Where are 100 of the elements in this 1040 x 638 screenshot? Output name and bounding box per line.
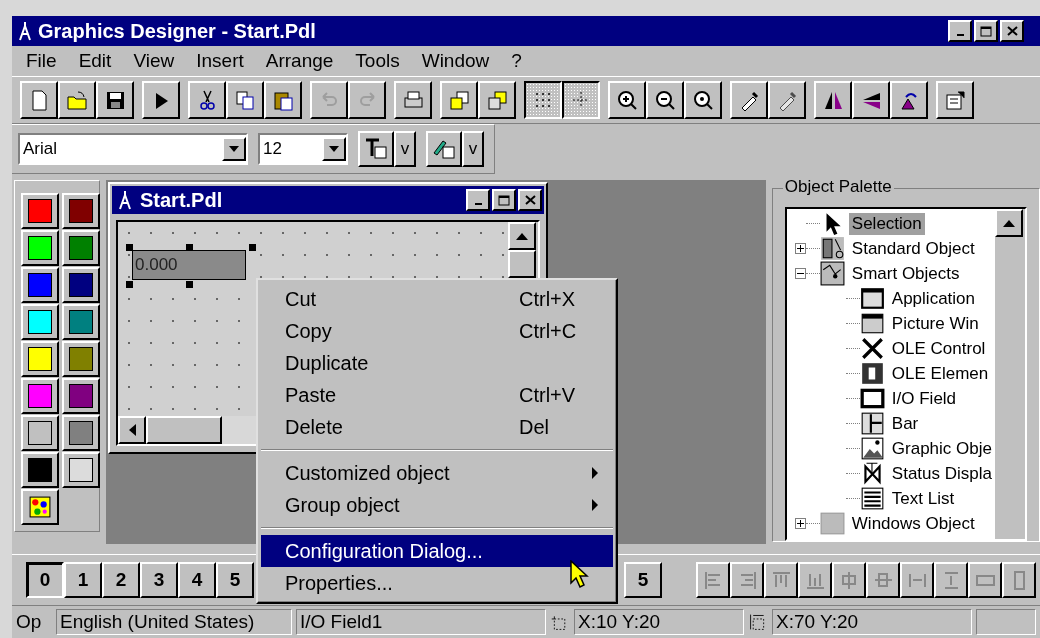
maximize-button[interactable] [492, 189, 516, 211]
tree-item[interactable]: Selection [848, 212, 925, 235]
menu-item[interactable]: Properties... [261, 567, 613, 599]
align-button[interactable] [900, 562, 934, 598]
custom-color-button[interactable] [21, 489, 59, 525]
align-button[interactable] [1002, 562, 1036, 598]
layer-button[interactable]: 1 [64, 562, 102, 598]
color-swatch-button[interactable] [21, 452, 59, 488]
scissors-button[interactable] [188, 81, 226, 119]
font-dropdown[interactable]: Arial [18, 133, 248, 165]
font-size-dropdown[interactable]: 12 [258, 133, 348, 165]
floppy-disk-button[interactable] [96, 81, 134, 119]
tree-item[interactable]: Smart Objects [848, 262, 963, 285]
zoom-in-button[interactable] [608, 81, 646, 119]
layer-button[interactable]: 2 [102, 562, 140, 598]
align-button[interactable] [866, 562, 900, 598]
align-button[interactable] [730, 562, 764, 598]
color-swatch-button[interactable] [21, 230, 59, 266]
scroll-thumb[interactable] [508, 250, 536, 278]
menu-item[interactable]: Cut Ctrl+X [261, 283, 613, 315]
crosshair-button[interactable] [562, 81, 600, 119]
tree-item[interactable]: Graphic Obje [888, 437, 995, 460]
color-swatch-button[interactable] [62, 378, 100, 414]
tree-item[interactable]: Status Displa [888, 462, 995, 485]
align-button[interactable] [968, 562, 1002, 598]
mirror-horizontal-button[interactable] [814, 81, 852, 119]
rotate-button[interactable] [890, 81, 928, 119]
folder-button[interactable] [58, 81, 96, 119]
tree-item[interactable]: Bar [888, 412, 922, 435]
tree-item[interactable]: I/O Field [888, 387, 960, 410]
printer-button[interactable] [394, 81, 432, 119]
menu-item[interactable]: ? [501, 50, 534, 72]
text-color-menu-button[interactable]: v [394, 131, 416, 167]
color-swatch-button[interactable] [21, 415, 59, 451]
maximize-button[interactable] [974, 20, 998, 42]
io-field-object[interactable]: 0.000 [132, 250, 246, 280]
color-swatch-button[interactable] [62, 193, 100, 229]
text-color-button[interactable] [358, 131, 394, 167]
align-button[interactable] [832, 562, 866, 598]
menu-item[interactable]: Configuration Dialog... [261, 535, 613, 567]
properties-button[interactable] [936, 81, 974, 119]
menu-item[interactable]: Group object [261, 489, 613, 521]
color-swatch-button[interactable] [21, 267, 59, 303]
menu-item[interactable]: Paste Ctrl+V [261, 379, 613, 411]
color-swatch-button[interactable] [62, 415, 100, 451]
color-swatch-button[interactable] [62, 230, 100, 266]
layer-button[interactable]: 3 [140, 562, 178, 598]
color-swatch-button[interactable] [21, 193, 59, 229]
line-color-menu-button[interactable]: v [462, 131, 484, 167]
menu-item[interactable]: File [16, 50, 69, 72]
document-button[interactable] [20, 81, 58, 119]
mirror-vertical-button[interactable] [852, 81, 890, 119]
color-swatch-button[interactable] [21, 304, 59, 340]
align-button[interactable] [696, 562, 730, 598]
menu-item[interactable]: View [123, 50, 187, 72]
tree-item[interactable]: Text List [888, 487, 958, 510]
menu-item[interactable]: Copy Ctrl+C [261, 315, 613, 347]
layer-button[interactable]: 4 [178, 562, 216, 598]
clipboard-button[interactable] [264, 81, 302, 119]
grid-button[interactable] [524, 81, 562, 119]
menu-item[interactable]: Window [411, 50, 502, 72]
menu-item[interactable]: Arrange [255, 50, 346, 72]
line-color-button[interactable] [426, 131, 462, 167]
align-button[interactable] [764, 562, 798, 598]
expand-toggle-icon[interactable] [794, 243, 806, 254]
tree-item[interactable]: OLE Control [888, 337, 989, 360]
expand-toggle-icon[interactable] [794, 518, 806, 529]
minimize-button[interactable] [948, 20, 972, 42]
color-swatch-button[interactable] [62, 341, 100, 377]
color-swatch-button[interactable] [62, 452, 100, 488]
menu-item[interactable]: Edit [68, 50, 124, 72]
scroll-thumb[interactable] [146, 416, 222, 444]
vertical-scrollbar[interactable] [995, 209, 1025, 539]
zoom-out-button[interactable] [646, 81, 684, 119]
align-button[interactable] [798, 562, 832, 598]
menu-item[interactable]: Insert [186, 50, 256, 72]
pipette-button[interactable] [730, 81, 768, 119]
bring-to-front-button[interactable] [440, 81, 478, 119]
menu-item[interactable]: Duplicate [261, 347, 613, 379]
tree-item[interactable]: Standard Object [848, 237, 978, 260]
close-button[interactable] [1000, 20, 1024, 42]
menu-item[interactable]: Customized object [261, 457, 613, 489]
minimize-button[interactable] [466, 189, 490, 211]
color-swatch-button[interactable] [21, 341, 59, 377]
color-swatch-button[interactable] [62, 267, 100, 303]
align-button[interactable] [934, 562, 968, 598]
color-swatch-button[interactable] [21, 378, 59, 414]
layer-button[interactable]: 0 [26, 562, 64, 598]
tree-item[interactable]: Picture Win [888, 312, 982, 335]
play-button[interactable] [142, 81, 180, 119]
layer-button[interactable]: 5 [624, 562, 662, 598]
collapse-toggle-icon[interactable] [794, 268, 806, 279]
tree-item[interactable]: Windows Object [848, 512, 978, 535]
menu-item[interactable]: Tools [345, 50, 412, 72]
color-swatch-button[interactable] [62, 304, 100, 340]
layer-button[interactable]: 5 [216, 562, 254, 598]
tree-item[interactable]: Application [888, 287, 978, 310]
menu-item[interactable]: Delete Del [261, 411, 613, 443]
zoom-button[interactable] [684, 81, 722, 119]
tree-item[interactable]: OLE Elemen [888, 362, 992, 385]
